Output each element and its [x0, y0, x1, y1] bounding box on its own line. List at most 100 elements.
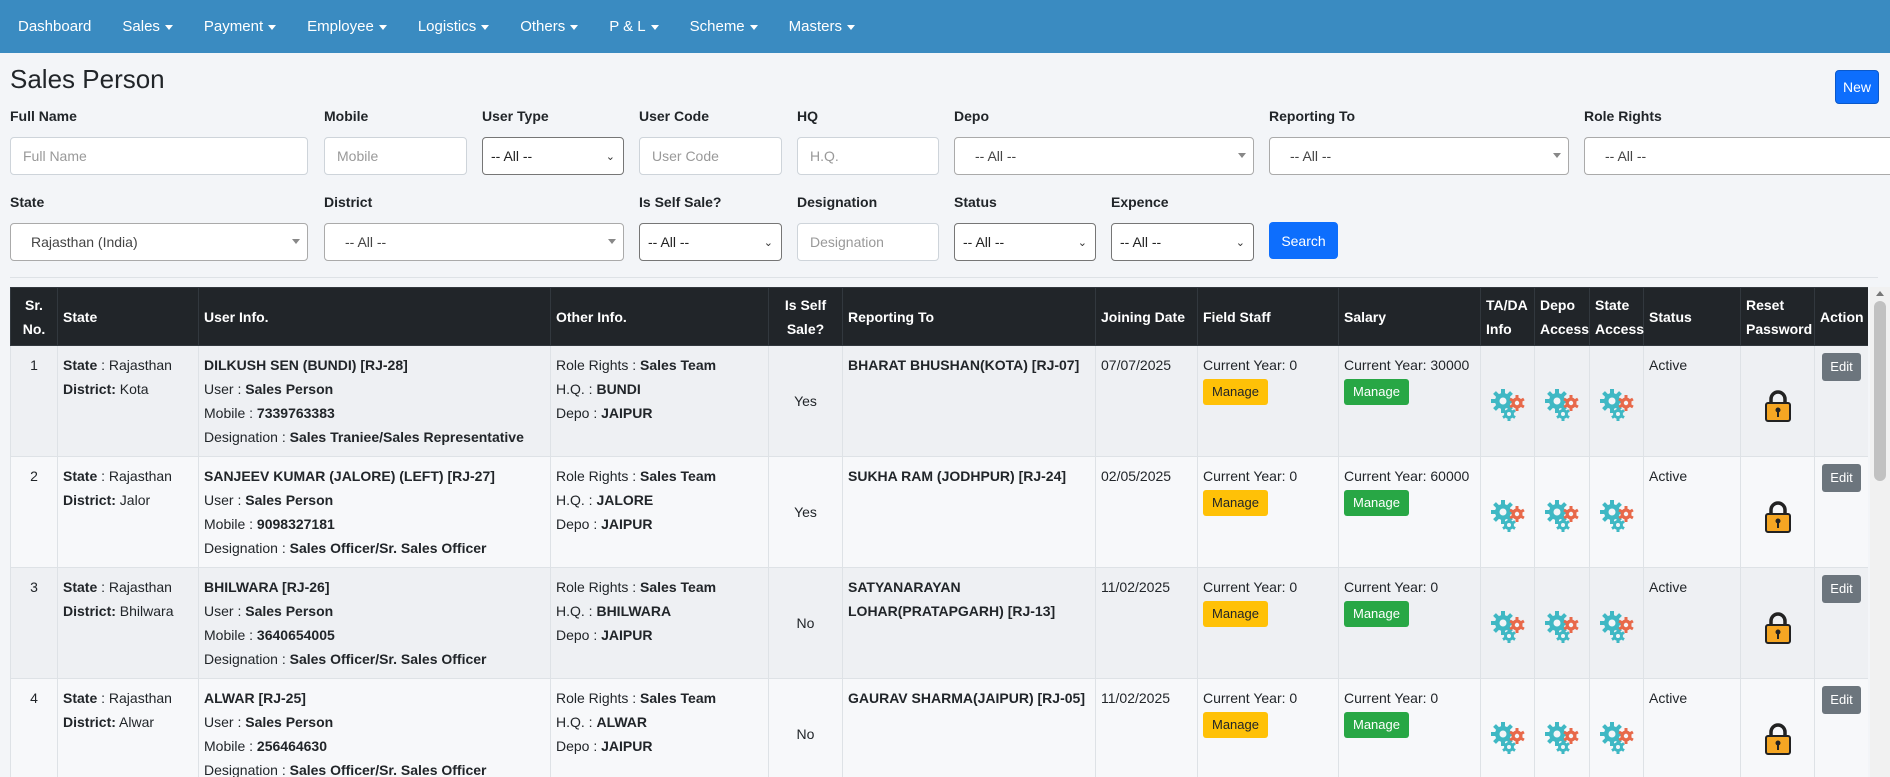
full-name-input[interactable]: [10, 137, 308, 175]
gears-icon[interactable]: [1543, 609, 1581, 645]
state-line: State : Rajasthan: [63, 357, 172, 373]
manage-salary-button[interactable]: Manage: [1344, 712, 1409, 738]
hq-label: HQ: [797, 108, 818, 124]
nav-item-label: Scheme: [689, 18, 745, 35]
nav-item-logistics[interactable]: Logistics: [408, 18, 499, 35]
self-sale-cell: No: [768, 567, 843, 679]
user-code-input[interactable]: [639, 137, 782, 175]
manage-salary-button[interactable]: Manage: [1344, 379, 1409, 405]
table-row: 2 State : Rajasthan District: Jalor SANJEEV…: [10, 456, 1868, 568]
divider: [10, 277, 1878, 278]
gears-icon[interactable]: [1489, 720, 1527, 756]
hq-value-line: H.Q. : BUNDI: [556, 377, 763, 401]
gears-icon[interactable]: [1598, 720, 1636, 756]
mobile-input[interactable]: [324, 137, 467, 175]
joining-date-cell: 11/02/2025: [1095, 678, 1198, 777]
edit-button[interactable]: Edit: [1822, 575, 1861, 603]
scrollbar-thumb[interactable]: [1874, 301, 1886, 481]
manage-field-staff-button[interactable]: Manage: [1203, 490, 1268, 516]
full-name-label: Full Name: [10, 108, 77, 124]
edit-button[interactable]: Edit: [1822, 464, 1861, 492]
gears-icon[interactable]: [1598, 387, 1636, 423]
state-select[interactable]: Rajasthan (India): [10, 223, 308, 261]
gears-icon[interactable]: [1489, 498, 1527, 534]
nav-item-masters[interactable]: Masters: [779, 18, 865, 35]
sr-number: 1: [30, 357, 38, 373]
lock-icon[interactable]: [1763, 389, 1793, 423]
user-label: User :: [204, 381, 242, 397]
lock-icon[interactable]: [1763, 500, 1793, 534]
self-sale-value: Yes: [794, 504, 817, 520]
status-select[interactable]: -- All -- ⌄: [954, 223, 1096, 261]
edit-button[interactable]: Edit: [1822, 686, 1861, 714]
gears-icon[interactable]: [1543, 387, 1581, 423]
hq-input[interactable]: [797, 137, 939, 175]
col-header-action: Action: [1814, 287, 1868, 346]
district-value: -- All --: [345, 234, 387, 250]
lock-icon[interactable]: [1763, 722, 1793, 756]
district-select[interactable]: -- All --: [324, 223, 624, 261]
depo-value: -- All --: [975, 148, 1017, 164]
manage-field-staff-button[interactable]: Manage: [1203, 712, 1268, 738]
state-line: State : Rajasthan: [63, 690, 172, 706]
depo-value-line: Depo : JAIPUR: [556, 623, 763, 647]
new-button[interactable]: New: [1835, 70, 1879, 104]
role-rights-value-line: Role Rights : Sales Team: [556, 686, 763, 710]
user-type-value: -- All --: [491, 148, 533, 164]
manage-field-staff-button[interactable]: Manage: [1203, 379, 1268, 405]
state-value: Rajasthan: [108, 579, 172, 595]
nav-item-payment[interactable]: Payment: [194, 18, 286, 35]
nav-item-others[interactable]: Others: [510, 18, 588, 35]
is-self-sale-select[interactable]: -- All -- ⌄: [639, 223, 782, 261]
gears-icon[interactable]: [1543, 498, 1581, 534]
salary-cell: Current Year: 60000 Manage: [1338, 456, 1481, 568]
sr-cell: 4: [10, 678, 58, 777]
other-info-cell: Role Rights : Sales Team H.Q. : ALWAR Depo…: [550, 678, 769, 777]
user-type-select[interactable]: -- All -- ⌄: [482, 137, 624, 175]
user-type-value: Sales Person: [245, 603, 334, 619]
gears-icon[interactable]: [1598, 609, 1636, 645]
nav-item-sales[interactable]: Sales: [112, 18, 183, 35]
mobile-value: 9098327181: [256, 516, 335, 532]
col-header-joining-date: Joining Date: [1095, 287, 1198, 346]
nav-item-dashboard[interactable]: Dashboard: [8, 18, 101, 35]
status-cell: Active: [1643, 345, 1741, 457]
designation-value-line: Designation : Sales Traniee/Sales Repres…: [204, 425, 545, 449]
salary-current-year: Current Year: 60000: [1344, 464, 1475, 488]
caret-down-icon: [570, 24, 579, 30]
edit-button[interactable]: Edit: [1822, 353, 1861, 381]
gears-icon[interactable]: [1543, 720, 1581, 756]
salary-current-year: Current Year: 0: [1344, 575, 1475, 599]
col-header-state-access: State Access: [1589, 287, 1644, 346]
role-rights-value: Sales Team: [640, 690, 717, 706]
page-title: Sales Person: [10, 64, 165, 94]
reporting-to-select[interactable]: -- All --: [1269, 137, 1569, 175]
table-scrollbar[interactable]: [1870, 287, 1890, 777]
action-cell: Edit: [1814, 567, 1868, 679]
search-button[interactable]: Search: [1269, 222, 1338, 259]
role-rights-select[interactable]: -- All --: [1584, 137, 1890, 175]
designation-input[interactable]: [797, 223, 939, 261]
gears-icon[interactable]: [1598, 498, 1636, 534]
state-cell: State : Rajasthan District: Bhilwara: [57, 567, 199, 679]
nav-item-p-l[interactable]: P & L: [599, 18, 668, 35]
state-cell: State : Rajasthan District: Jalor: [57, 456, 199, 568]
depo-value: JAIPUR: [601, 516, 653, 532]
mobile-value: 7339763383: [256, 405, 335, 421]
district-value-line: District: Alwar: [63, 710, 193, 734]
expence-select[interactable]: -- All -- ⌄: [1111, 223, 1254, 261]
nav-item-employee[interactable]: Employee: [297, 18, 397, 35]
role-rights-label: Role Rights: [1584, 108, 1662, 124]
gears-icon[interactable]: [1489, 387, 1527, 423]
depo-select[interactable]: -- All --: [954, 137, 1254, 175]
gears-icon[interactable]: [1489, 609, 1527, 645]
nav-item-scheme[interactable]: Scheme: [680, 18, 768, 35]
depo-value: JAIPUR: [601, 627, 653, 643]
manage-field-staff-button[interactable]: Manage: [1203, 601, 1268, 627]
lock-icon[interactable]: [1763, 611, 1793, 645]
role-rights-value-line: Role Rights : Sales Team: [556, 353, 763, 377]
scroll-up-arrow-icon[interactable]: [1876, 291, 1884, 296]
manage-salary-button[interactable]: Manage: [1344, 490, 1409, 516]
manage-salary-button[interactable]: Manage: [1344, 601, 1409, 627]
col-header-user-info: User Info.: [198, 287, 551, 346]
